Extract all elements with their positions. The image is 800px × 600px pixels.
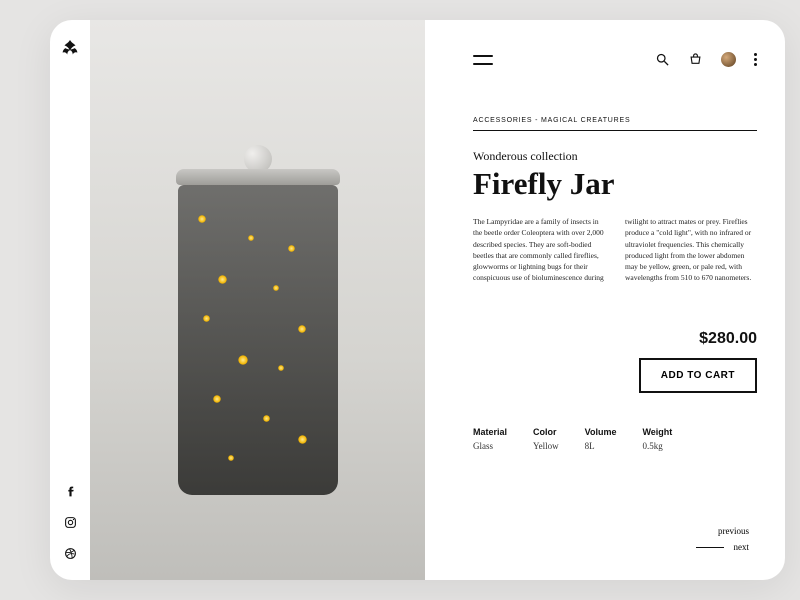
collection-label: Wonderous collection xyxy=(473,149,757,164)
more-icon[interactable] xyxy=(754,53,757,66)
brand-logo-icon[interactable] xyxy=(59,38,81,60)
top-bar xyxy=(473,52,757,67)
product-description: The Lampyridae are a family of insects i… xyxy=(473,216,757,308)
menu-icon[interactable] xyxy=(473,55,493,65)
top-actions xyxy=(655,52,757,67)
spec-value: Yellow xyxy=(533,441,559,451)
cart-icon[interactable] xyxy=(688,52,703,67)
instagram-icon[interactable] xyxy=(64,516,77,529)
spec-label: Volume xyxy=(585,427,617,437)
spec-volume: Volume 8L xyxy=(585,427,617,451)
jar-illustration xyxy=(168,175,348,505)
avatar-icon[interactable] xyxy=(721,52,736,67)
social-links xyxy=(64,485,77,560)
facebook-icon[interactable] xyxy=(64,485,77,498)
spec-weight: Weight 0.5kg xyxy=(642,427,672,451)
left-sidebar xyxy=(50,20,90,580)
spec-label: Material xyxy=(473,427,507,437)
price: $280.00 xyxy=(699,330,757,348)
product-image xyxy=(90,20,425,580)
spec-value: Glass xyxy=(473,441,507,451)
product-card: ACCESSORIES - MAGICAL CREATURES Wonderou… xyxy=(50,20,785,580)
next-button[interactable]: next xyxy=(696,542,750,552)
search-icon[interactable] xyxy=(655,52,670,67)
previous-button[interactable]: previous xyxy=(718,526,749,536)
breadcrumb[interactable]: ACCESSORIES - MAGICAL CREATURES xyxy=(473,117,757,131)
spec-label: Weight xyxy=(642,427,672,437)
purchase-box: $280.00 ADD TO CART xyxy=(473,330,757,393)
add-to-cart-button[interactable]: ADD TO CART xyxy=(639,358,757,393)
spec-value: 0.5kg xyxy=(642,441,672,451)
pagination-nav: previous next xyxy=(696,526,750,552)
product-details: ACCESSORIES - MAGICAL CREATURES Wonderou… xyxy=(445,20,785,580)
spec-label: Color xyxy=(533,427,559,437)
spec-material: Material Glass xyxy=(473,427,507,451)
specs-row: Material Glass Color Yellow Volume 8L We… xyxy=(473,427,757,451)
product-title: Firefly Jar xyxy=(473,166,757,202)
spec-color: Color Yellow xyxy=(533,427,559,451)
next-label: next xyxy=(734,542,750,552)
spec-value: 8L xyxy=(585,441,617,451)
dribbble-icon[interactable] xyxy=(64,547,77,560)
line-icon xyxy=(696,547,724,548)
